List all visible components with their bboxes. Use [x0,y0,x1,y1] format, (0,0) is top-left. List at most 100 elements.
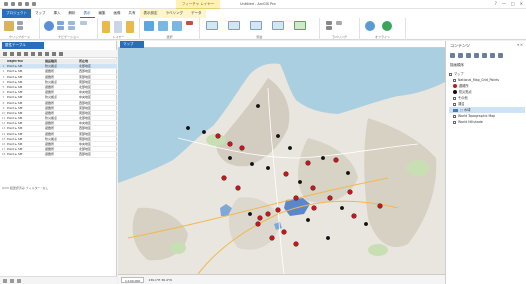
copy-icon[interactable] [52,51,56,56]
shelter-point-marker[interactable] [235,185,241,191]
facility-point-marker[interactable] [255,104,260,109]
facility-point-marker[interactable] [320,155,325,160]
tab-insert[interactable]: 挿入 [50,9,65,18]
toc-layer-item[interactable]: World Hillshade [449,119,525,125]
facility-point-marker[interactable] [297,179,302,184]
select-by-attributes-icon[interactable] [158,21,168,31]
cut-icon[interactable] [17,21,23,25]
facility-point-marker[interactable] [363,221,368,226]
zoom-in-icon[interactable] [57,21,64,25]
delete-icon[interactable] [45,51,49,56]
zoom-out-icon[interactable] [57,26,64,30]
selection-icon[interactable] [474,53,479,58]
pane-controls[interactable]: ▾ ✕ [517,43,523,47]
time-icon[interactable] [294,21,306,30]
drawing-order-icon[interactable] [458,53,463,58]
calculate-icon[interactable] [10,51,14,56]
shelter-point-marker[interactable] [269,235,275,241]
shelter-point-marker[interactable] [239,145,245,151]
table-row[interactable]: 18 Point ▸ SM 避難所 西部地区 [0,152,117,158]
maximize-icon[interactable]: □ [511,1,515,6]
shelter-point-marker[interactable] [351,213,357,219]
snapping-icon[interactable] [490,53,495,58]
shelter-point-marker[interactable] [221,175,227,181]
shelter-point-marker[interactable] [255,221,261,227]
facility-point-marker[interactable] [227,155,232,160]
basemap-icon[interactable] [114,21,122,33]
coordinate-conversion-icon[interactable] [272,21,284,30]
map-canvas[interactable] [118,48,445,274]
previous-extent-icon[interactable] [68,26,75,30]
shelter-point-marker[interactable] [257,215,263,221]
tab-imagery[interactable]: 画像 [110,9,125,18]
tab-appearance[interactable]: 表示設定 [139,9,162,18]
column-header[interactable] [0,59,7,63]
shelter-point-marker[interactable] [310,185,316,191]
column-header[interactable]: 所在地 [79,59,115,63]
minimize-icon[interactable]: — [502,1,506,6]
shelter-point-marker[interactable] [311,205,317,211]
tab-view[interactable]: 表示 [79,9,95,18]
shelter-point-marker[interactable] [333,157,339,163]
facility-point-marker[interactable] [345,170,350,175]
map-view[interactable] [118,48,445,274]
shelter-point-marker[interactable] [227,141,233,147]
facility-point-marker[interactable] [325,235,330,240]
open-icon[interactable] [11,2,15,6]
shelter-point-marker[interactable] [377,203,383,209]
add-preset-icon[interactable] [126,21,134,33]
filter-icon[interactable] [3,278,7,283]
visibility-checkbox-icon[interactable] [453,96,456,100]
facility-point-marker[interactable] [275,133,280,138]
data-source-icon[interactable] [466,53,471,58]
shelter-point-marker[interactable] [327,195,333,201]
measure-icon[interactable] [206,21,218,30]
visibility-checkbox-icon[interactable] [453,120,456,124]
clear-icon[interactable] [38,51,42,56]
facility-point-marker[interactable] [247,211,252,216]
refresh-icon[interactable] [17,278,21,283]
tab-project[interactable]: プロジェクト [2,9,31,18]
facility-point-marker[interactable] [265,165,270,170]
label-class-icon[interactable] [326,26,332,30]
sync-icon[interactable] [382,21,392,31]
column-header[interactable]: 施設種別 [45,59,79,63]
facility-point-marker[interactable] [185,125,190,130]
copy-icon[interactable] [17,26,23,30]
locate-icon[interactable] [228,21,240,30]
switch-icon[interactable] [31,51,35,56]
close-icon[interactable]: ✕ [520,1,523,6]
add-data-icon[interactable] [102,21,110,33]
help-icon[interactable]: ? [495,1,497,6]
shelter-point-marker[interactable] [293,241,299,247]
shelter-point-marker[interactable] [283,171,289,177]
context-tab-feature-layer[interactable]: フィーチャ レイヤー [176,0,220,9]
shelter-point-marker[interactable] [281,229,287,235]
visibility-checkbox-icon[interactable] [453,78,456,82]
select-icon[interactable] [144,21,154,31]
tab-data[interactable]: データ [187,9,206,18]
label-icon[interactable] [326,21,332,25]
tab-share[interactable]: 共有 [125,9,140,18]
shelter-point-marker[interactable] [305,160,311,166]
zoom-to-icon[interactable] [24,51,28,56]
shelter-point-marker[interactable] [293,195,299,201]
visibility-checkbox-icon[interactable] [449,72,452,76]
zoom-icon[interactable] [10,278,14,283]
facility-point-marker[interactable] [305,217,310,222]
full-extent-icon[interactable] [68,21,75,25]
tab-labeling[interactable]: ラベリング [161,9,187,18]
facility-point-marker[interactable] [249,161,254,166]
facility-point-marker[interactable] [287,145,292,150]
tab-map-view[interactable]: マップ [120,41,144,48]
menu-icon[interactable] [59,51,63,56]
facility-point-marker[interactable] [201,129,206,134]
redo-icon[interactable] [32,2,36,6]
infographics-icon[interactable] [250,21,262,30]
explore-icon[interactable] [44,21,54,31]
tab-analysis[interactable]: 解析 [65,9,80,18]
filter-icon[interactable] [450,53,455,58]
clear-selection-icon[interactable] [186,21,193,25]
shelter-point-marker[interactable] [265,211,271,217]
pause-labels-icon[interactable] [336,21,342,25]
